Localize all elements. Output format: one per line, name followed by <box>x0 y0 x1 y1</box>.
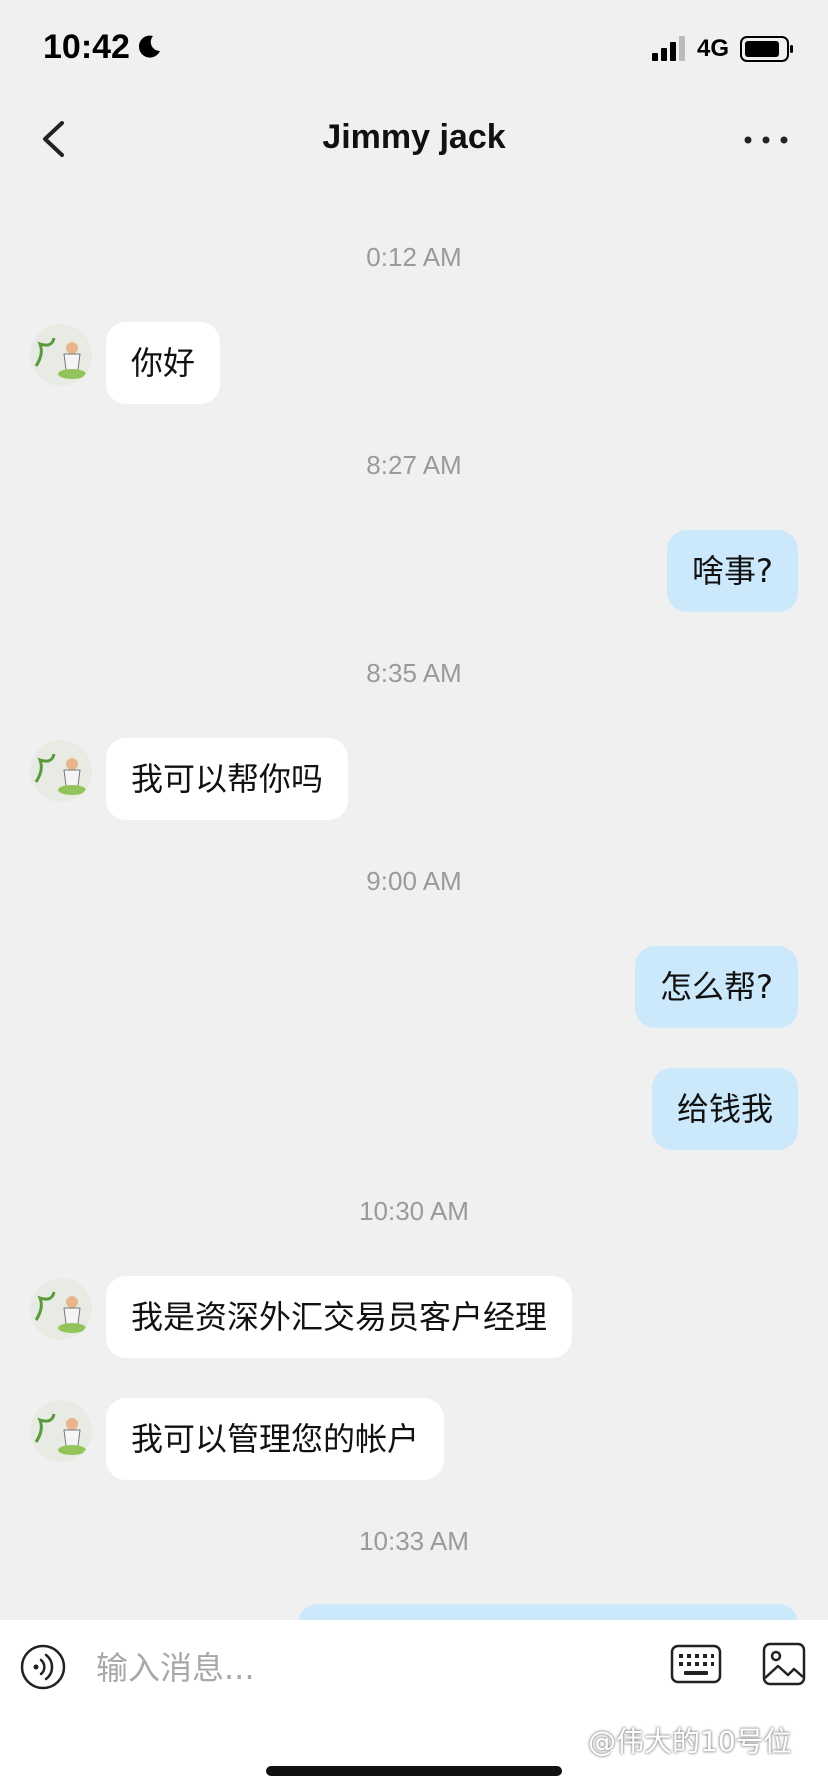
status-time: 10:42 <box>43 28 130 66</box>
avatar-image <box>34 337 86 379</box>
outgoing-message-bubble[interactable]: 啥事? <box>667 530 798 612</box>
avatar-image <box>34 1291 86 1333</box>
nav-bar: Jimmy jack <box>0 100 828 180</box>
network-label: 4G <box>697 35 730 62</box>
chat-title: Jimmy jack <box>322 118 506 156</box>
incoming-message-bubble[interactable]: 你好 <box>106 322 221 404</box>
incoming-message-bubble[interactable]: 我可以帮你吗 <box>106 738 349 820</box>
keyboard-icon[interactable] <box>670 1644 722 1686</box>
avatar[interactable] <box>30 1278 92 1340</box>
voice-icon[interactable] <box>20 1644 66 1690</box>
outgoing-message-bubble[interactable]: 怎么帮? <box>635 946 798 1028</box>
avatar-image <box>34 1413 86 1455</box>
status-bar: 10:42 4G <box>0 0 828 100</box>
moon-icon <box>138 35 160 58</box>
input-bar: @伟大的10号位 <box>0 1620 828 1792</box>
message-timestamp: 8:27 AM <box>366 450 462 480</box>
message-input[interactable] <box>96 1638 636 1698</box>
message-timestamp: 10:30 AM <box>359 1196 469 1226</box>
message-timestamp: 9:00 AM <box>366 866 462 896</box>
avatar[interactable] <box>30 1400 92 1462</box>
battery-icon <box>740 36 793 62</box>
incoming-message-bubble[interactable]: 我是资深外汇交易员客户经理 <box>106 1276 573 1358</box>
image-icon[interactable] <box>762 1642 806 1686</box>
incoming-message-bubble[interactable]: 我可以管理您的帐户 <box>106 1398 445 1480</box>
home-indicator[interactable] <box>266 1766 562 1776</box>
avatar-image <box>34 753 86 795</box>
message-timestamp: 8:35 AM <box>366 658 462 688</box>
avatar[interactable] <box>30 740 92 802</box>
message-timestamp: 0:12 AM <box>366 242 462 272</box>
signal-icon <box>652 36 685 61</box>
outgoing-message-bubble[interactable]: 给钱我 <box>651 1068 798 1150</box>
watermark: @伟大的10号位 <box>588 1725 792 1758</box>
message-timestamp: 10:33 AM <box>359 1526 469 1556</box>
avatar[interactable] <box>30 324 92 386</box>
ellipsis-icon[interactable] <box>738 120 794 160</box>
